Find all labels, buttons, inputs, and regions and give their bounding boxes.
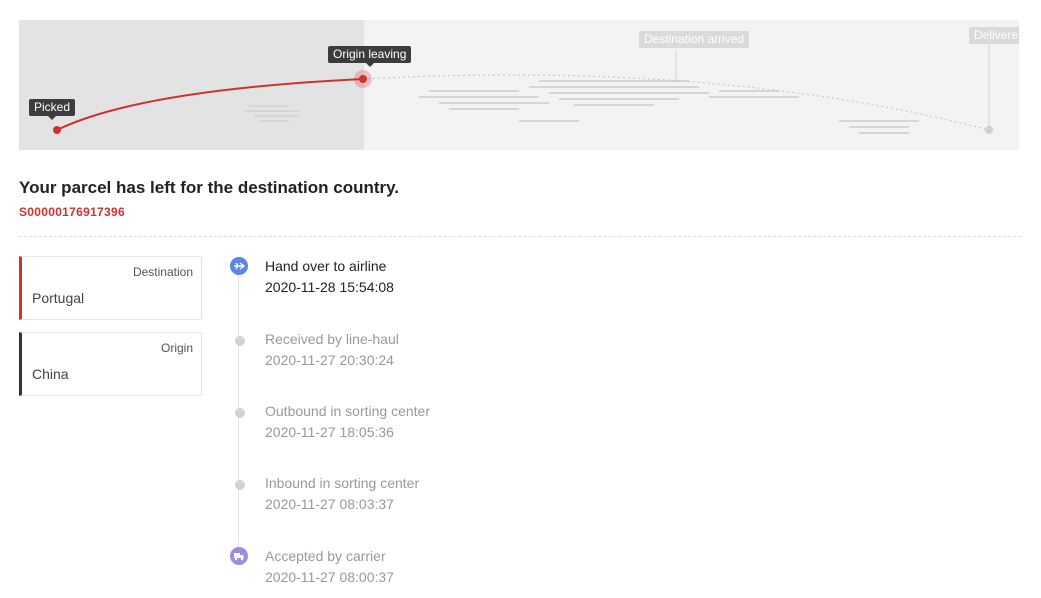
destination-label: Destination bbox=[132, 265, 193, 279]
delivered-marker bbox=[985, 126, 993, 134]
milestone-origin-leaving-label: Origin leaving bbox=[328, 46, 412, 67]
milestone-picked-label: Picked bbox=[29, 99, 76, 120]
timeline-dot-icon bbox=[235, 336, 245, 346]
event-time: 2020-11-27 20:30:24 bbox=[265, 352, 394, 368]
picked-marker bbox=[53, 126, 61, 134]
status-headline: Your parcel has left for the destination… bbox=[19, 178, 400, 197]
event-title: Outbound in sorting center bbox=[265, 403, 430, 419]
destination-value: Portugal bbox=[32, 290, 85, 306]
route-path bbox=[53, 45, 993, 134]
milestone-destination-arrived-label: Destination arrived bbox=[639, 31, 750, 48]
event-title: Accepted by carrier bbox=[265, 548, 386, 564]
event-time: 2020-11-27 08:03:37 bbox=[265, 496, 394, 512]
timeline-event: Accepted by carrier 2020-11-27 08:00:37 bbox=[230, 547, 630, 598]
timeline-dot-icon bbox=[235, 480, 245, 490]
airplane-icon bbox=[230, 257, 248, 275]
divider bbox=[19, 236, 1021, 237]
timeline-event: Outbound in sorting center 2020-11-27 18… bbox=[230, 403, 630, 453]
event-title: Hand over to airline bbox=[265, 258, 387, 274]
milestone-delivered-label: Delivere bbox=[969, 27, 1019, 44]
event-time: 2020-11-27 08:00:37 bbox=[265, 569, 394, 585]
destination-card: Destination Portugal bbox=[19, 256, 202, 320]
truck-icon bbox=[230, 547, 248, 565]
timeline-event: Inbound in sorting center 2020-11-27 08:… bbox=[230, 475, 630, 525]
origin-value: China bbox=[32, 366, 69, 382]
origin-leaving-marker bbox=[359, 75, 367, 83]
timeline-event: Hand over to airline 2020-11-28 15:54:08 bbox=[230, 257, 630, 308]
event-title: Inbound in sorting center bbox=[265, 475, 420, 491]
event-title: Received by line-haul bbox=[265, 331, 399, 347]
origin-label: Origin bbox=[160, 341, 193, 355]
timeline-dot-icon bbox=[235, 408, 245, 418]
tracking-number[interactable]: S00000176917396 bbox=[19, 205, 125, 219]
route-map: Picked Origin leaving Destination arrive… bbox=[19, 20, 1019, 150]
event-time: 2020-11-28 15:54:08 bbox=[265, 279, 394, 295]
timeline-event: Received by line-haul 2020-11-27 20:30:2… bbox=[230, 331, 630, 381]
event-time: 2020-11-27 18:05:36 bbox=[265, 424, 394, 440]
origin-card: Origin China bbox=[19, 332, 202, 396]
